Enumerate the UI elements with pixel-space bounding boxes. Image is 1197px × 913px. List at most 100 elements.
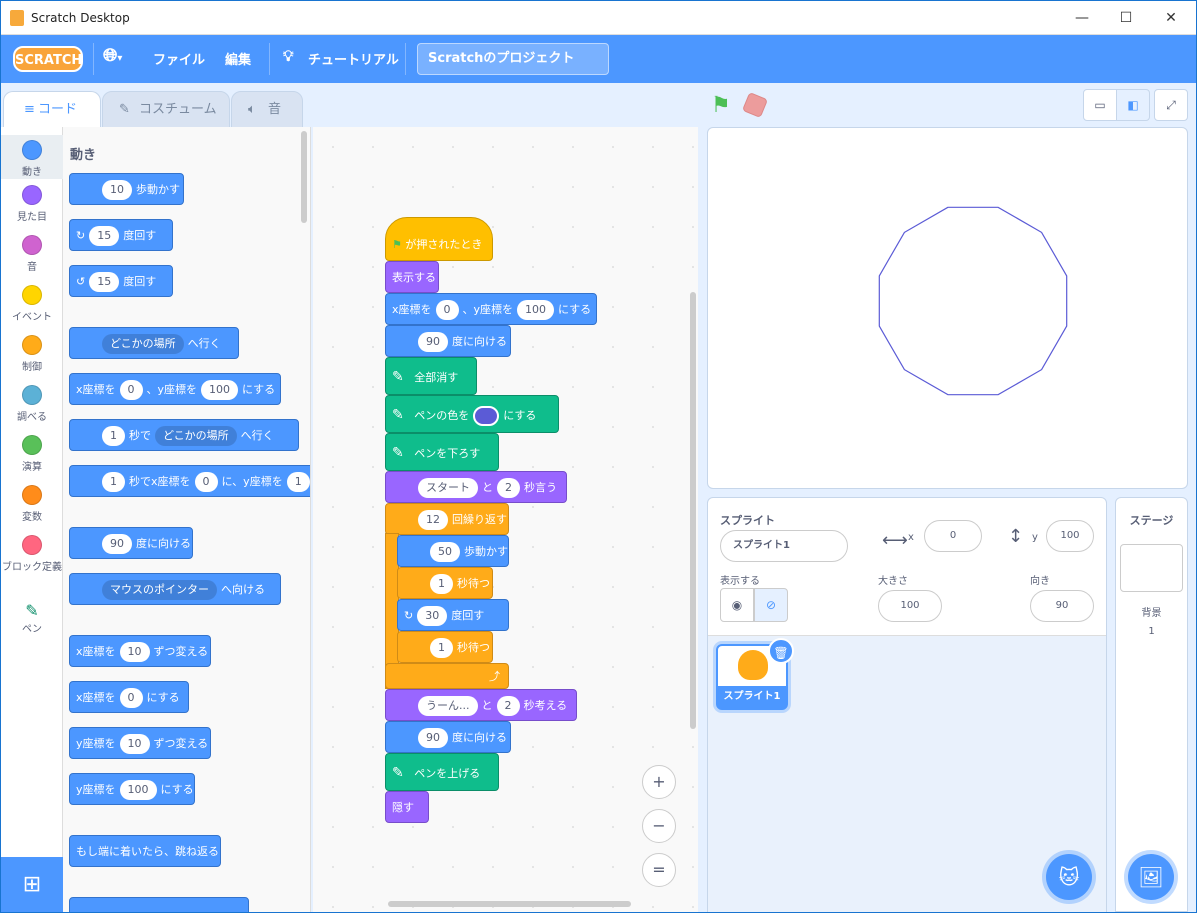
sprite-direction-input[interactable]: 90 bbox=[1030, 590, 1094, 622]
menu-tutorials[interactable]: チュートリアル bbox=[308, 49, 399, 68]
sprite-thumb-label: スプライト1 bbox=[718, 686, 786, 708]
category-my-blocks[interactable]: ブロック定義 bbox=[1, 535, 63, 573]
show-visible-button[interactable]: ◉ bbox=[720, 588, 754, 622]
motion-dot-icon bbox=[22, 140, 42, 160]
block-set-y[interactable]: y座標を 100 にする bbox=[69, 773, 195, 805]
block-go-to[interactable]: どこかの場所 へ行く bbox=[69, 327, 239, 359]
tab-costumes[interactable]: ✎ コスチューム bbox=[102, 91, 230, 129]
show-hidden-button[interactable]: ⊘ bbox=[754, 588, 788, 622]
stage-drawing bbox=[878, 206, 1068, 396]
block-point-in-direction[interactable]: 90 度に向ける bbox=[385, 721, 511, 753]
block-go-to-xy[interactable]: x座標を 0 、y座標を 100 にする bbox=[69, 373, 281, 405]
block-bounce-on-edge[interactable]: もし端に着いたら、跳ね返る bbox=[69, 835, 221, 867]
category-operators[interactable]: 演算 bbox=[1, 435, 63, 473]
block-change-x[interactable]: x座標を 10 ずつ変える bbox=[69, 635, 211, 667]
menu-file[interactable]: ファイル bbox=[153, 49, 205, 68]
block-glide-to-xy[interactable]: 1 秒でx座標を 0 に、y座標を 1 bbox=[69, 465, 310, 497]
block-show[interactable]: 表示する bbox=[385, 261, 439, 293]
category-sound[interactable]: 音 bbox=[1, 235, 63, 273]
normal-stage-button[interactable]: ◧ bbox=[1116, 89, 1150, 121]
block-glide-to[interactable]: 1 秒で どこかの場所 へ行く bbox=[69, 419, 299, 451]
fullscreen-button[interactable]: ⤢ bbox=[1154, 89, 1188, 121]
block-move-steps[interactable]: 10 歩動かす bbox=[69, 173, 184, 205]
category-looks[interactable]: 見た目 bbox=[1, 185, 63, 223]
block-hide[interactable]: 隠す bbox=[385, 791, 429, 823]
tab-code[interactable]: ≡ コード bbox=[3, 91, 101, 129]
block-think-for-secs[interactable]: うーん... と 2 秒考える bbox=[385, 689, 577, 721]
choose-sprite-button[interactable]: 🐱︎ bbox=[1046, 854, 1092, 900]
palette-heading: 動き bbox=[70, 148, 97, 163]
backdrops-label: 背景 bbox=[1141, 608, 1162, 619]
project-title-input[interactable]: Scratchのプロジェクト bbox=[417, 43, 609, 75]
close-icon[interactable]: ✕ bbox=[1158, 7, 1184, 29]
block-turn-right[interactable]: ↻ 30 度回す bbox=[397, 599, 509, 631]
show-label: 表示する bbox=[720, 576, 760, 587]
block-pen-down[interactable]: ✎ ペンを下ろす bbox=[385, 433, 499, 471]
pen-icon: ✎ bbox=[392, 369, 404, 385]
small-stage-button[interactable]: ▭ bbox=[1083, 89, 1117, 121]
choose-backdrop-button[interactable]: 🖼︎ bbox=[1128, 854, 1174, 900]
green-flag-button[interactable]: ⚑ bbox=[711, 93, 731, 118]
category-events[interactable]: イベント bbox=[1, 285, 63, 323]
sprite-y-input[interactable]: 100 bbox=[1046, 520, 1094, 552]
code-icon: ≡ bbox=[24, 102, 35, 117]
pen-icon: ✎ bbox=[392, 407, 404, 423]
block-point-in-direction[interactable]: 90 度に向ける bbox=[385, 325, 511, 357]
block-point-towards[interactable]: マウスのポインター へ向ける bbox=[69, 573, 281, 605]
block-when-flag-clicked[interactable]: ⚑ が押されたとき bbox=[385, 217, 493, 261]
block-turn-right[interactable]: ↻ 15 度回す bbox=[69, 219, 173, 251]
block-pen-up[interactable]: ✎ ペンを上げる bbox=[385, 753, 499, 791]
block-change-y[interactable]: y座標を 10 ずつ変える bbox=[69, 727, 211, 759]
category-motion[interactable]: 動き bbox=[1, 135, 63, 179]
maximize-icon[interactable]: ☐ bbox=[1113, 7, 1139, 29]
stage-thumbnail[interactable] bbox=[1120, 544, 1183, 592]
operators-dot-icon bbox=[22, 435, 42, 455]
block-wait[interactable]: 1 秒待つ bbox=[397, 567, 493, 599]
block-set-pen-color[interactable]: ✎ ペンの色を にする bbox=[385, 395, 559, 433]
script-v-scrollbar[interactable] bbox=[690, 292, 696, 729]
block-go-to-xy[interactable]: x座標を 0 、y座標を 100 にする bbox=[385, 293, 597, 325]
scratch-logo[interactable]: SCRATCH bbox=[13, 46, 83, 72]
rotate-left-icon: ↺ bbox=[76, 275, 86, 288]
my-blocks-dot-icon bbox=[22, 535, 42, 555]
menu-edit[interactable]: 編集 bbox=[225, 49, 251, 68]
block-wait[interactable]: 1 秒待つ bbox=[397, 631, 493, 663]
sprite-x-input[interactable]: 0 bbox=[924, 520, 982, 552]
block-repeat[interactable]: 12 回繰り返す bbox=[385, 503, 509, 535]
x-label: x bbox=[908, 532, 914, 543]
stage-selector[interactable]: ステージ 背景 1 bbox=[1115, 497, 1188, 912]
lightbulb-icon: 💡︎ bbox=[283, 47, 294, 65]
category-control[interactable]: 制御 bbox=[1, 335, 63, 373]
zoom-out-button[interactable]: − bbox=[642, 809, 676, 843]
sprite-size-input[interactable]: 100 bbox=[878, 590, 942, 622]
block-turn-left[interactable]: ↺ 15 度回す bbox=[69, 265, 173, 297]
window-title: Scratch Desktop bbox=[31, 11, 130, 25]
category-variables[interactable]: 変数 bbox=[1, 485, 63, 523]
block-rotation-style[interactable] bbox=[69, 897, 249, 912]
horizontal-arrows-icon: ⟷ bbox=[882, 530, 908, 551]
block-point-in-direction[interactable]: 90 度に向ける bbox=[69, 527, 193, 559]
size-label: 大きさ bbox=[878, 576, 908, 587]
category-sensing[interactable]: 調べる bbox=[1, 385, 63, 423]
delete-sprite-icon[interactable]: 🗑︎ bbox=[768, 638, 794, 664]
zoom-reset-button[interactable]: = bbox=[642, 853, 676, 887]
zoom-in-button[interactable]: + bbox=[642, 765, 676, 799]
stage-canvas[interactable] bbox=[707, 127, 1188, 489]
script-area: ⚑ が押されたとき 表示する x座標を 0 、y座標を 100 にする 90 度に向ける … bbox=[313, 127, 698, 912]
brush-icon: ✎ bbox=[119, 102, 130, 117]
palette-scrollbar[interactable] bbox=[301, 131, 307, 223]
language-globe-icon[interactable]: 🌐︎▾ bbox=[103, 45, 122, 66]
sensing-dot-icon bbox=[22, 385, 42, 405]
sprite-name-input[interactable]: スプライト1 bbox=[720, 530, 848, 562]
block-say-for-secs[interactable]: スタートと 2 秒言う bbox=[385, 471, 567, 503]
repeat-end: ⤴ bbox=[385, 663, 509, 689]
block-pen-clear[interactable]: ✎ 全部消す bbox=[385, 357, 477, 395]
stop-button[interactable] bbox=[741, 91, 769, 119]
block-set-x[interactable]: x座標を 0 にする bbox=[69, 681, 189, 713]
tab-sounds[interactable]: 🔈︎ 音 bbox=[231, 91, 303, 129]
add-extension-button[interactable]: ⊞ bbox=[1, 857, 63, 912]
minimize-icon[interactable]: — bbox=[1069, 7, 1095, 29]
script-h-scrollbar[interactable] bbox=[388, 901, 631, 907]
block-move-steps[interactable]: 50 歩動かす bbox=[397, 535, 509, 567]
category-pen[interactable]: ✎ ペン bbox=[1, 601, 63, 635]
